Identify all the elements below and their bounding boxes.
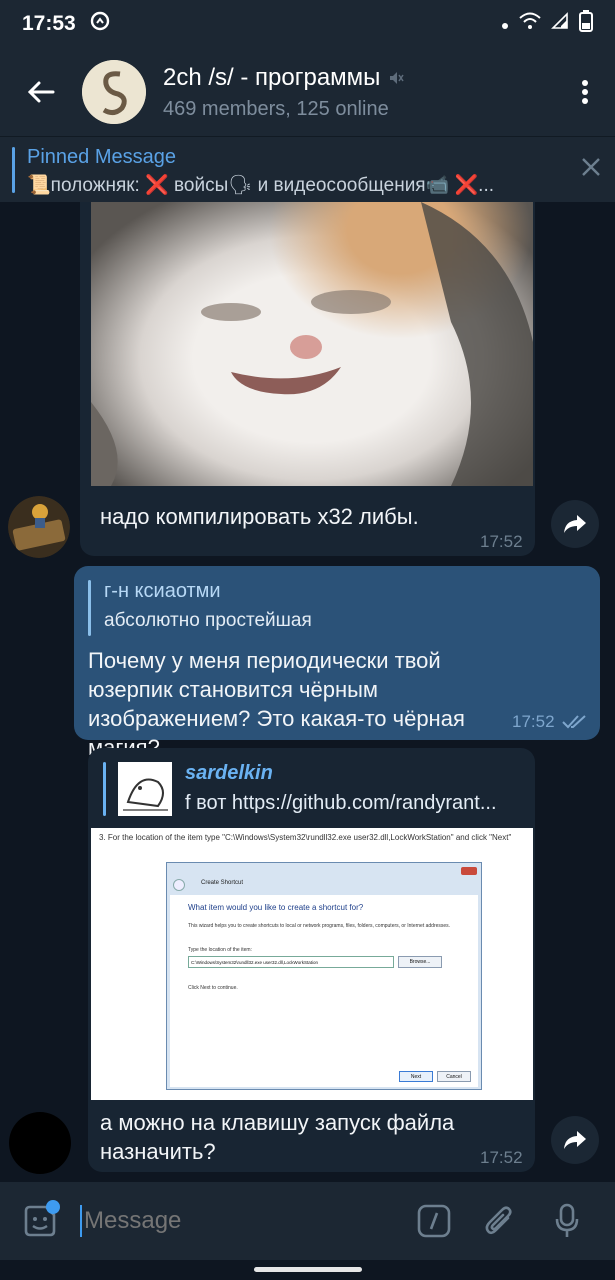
window-close-icon <box>461 867 477 875</box>
message-text: а можно на клавишу запуск файла назначит… <box>100 1110 455 1164</box>
chat-title: 2ch /s/ - программы <box>163 63 381 91</box>
pinned-message[interactable]: Pinned Message 📜положняк: ❌ войсы🗣 и вид… <box>0 136 615 202</box>
message-input[interactable] <box>84 1207 404 1235</box>
more-vertical-icon <box>582 80 588 104</box>
reply-thumbnail <box>118 762 172 816</box>
message-time: 17:52 <box>512 712 555 731</box>
reply-text: абсолютно простейшая <box>104 610 312 631</box>
screenshot-step-text: 3. For the location of the item type "C:… <box>99 833 512 842</box>
message-list[interactable]: надо компилировать x32 либы. 17:52 г-н к… <box>0 202 615 1182</box>
message-text: Почему у меня периодически твой юзерпик … <box>88 648 465 760</box>
back-button[interactable] <box>0 48 82 136</box>
chat-header: 2ch /s/ - программы 469 members, 125 onl… <box>0 48 615 136</box>
message-time: 17:52 <box>480 1148 523 1167</box>
attach-button[interactable] <box>464 1182 534 1260</box>
field-label: Type the location of the item: <box>188 947 252 953</box>
back-arrow-icon <box>27 81 55 103</box>
muted-icon <box>390 71 405 84</box>
slash-command-icon <box>417 1204 451 1238</box>
share-arrow-icon <box>564 1131 586 1149</box>
reply-accent-bar <box>103 762 106 816</box>
cat-photo[interactable] <box>91 202 533 486</box>
dot-icon <box>501 12 509 36</box>
browse-button: Browse... <box>398 956 442 968</box>
dialog-description: This wizard helps you to create shortcut… <box>188 923 451 929</box>
forward-button[interactable] <box>551 500 599 548</box>
chat-avatar[interactable] <box>82 60 146 124</box>
chat-info[interactable]: 2ch /s/ - программы 469 members, 125 onl… <box>163 64 555 121</box>
screenshot-photo[interactable]: 3. For the location of the item type "C:… <box>91 828 533 1100</box>
sender-avatar[interactable] <box>8 496 70 558</box>
pinned-title: Pinned Message <box>27 146 176 168</box>
reply-text: f вот https://github.com/randyrant... <box>185 792 497 814</box>
text-cursor <box>80 1205 82 1237</box>
wifi-icon <box>519 12 541 36</box>
forward-button[interactable] <box>551 1116 599 1164</box>
pinned-text: 📜положняк: ❌ войсы🗣 и видеосообщения📹 ❌.… <box>27 175 495 196</box>
reply-author: г-н ксиаотми <box>104 580 221 602</box>
dialog-back-icon <box>173 879 185 891</box>
status-time: 17:53 <box>22 12 76 35</box>
reply-author: sardelkin <box>185 762 273 784</box>
chat-subtitle: 469 members, 125 online <box>163 97 389 120</box>
message-input-bar <box>0 1182 615 1260</box>
voice-record-button[interactable] <box>534 1182 600 1260</box>
bot-command-button[interactable] <box>404 1182 464 1260</box>
signal-icon <box>551 12 569 36</box>
more-menu-button[interactable] <box>555 48 615 136</box>
status-bar: 17:53 <box>0 0 615 48</box>
battery-icon <box>579 10 593 38</box>
dialog-title: Create Shortcut <box>201 880 244 886</box>
pinned-close-button[interactable] <box>581 157 601 182</box>
chat-title-row: 2ch /s/ - программы <box>163 64 555 92</box>
paperclip-icon <box>485 1206 512 1235</box>
sticker-button[interactable] <box>0 1182 80 1260</box>
message-time: 17:52 <box>480 532 523 551</box>
pinned-accent-bar <box>12 147 15 193</box>
location-field: C:\Windows\System32\rundll32.exe user32.… <box>188 956 394 968</box>
status-icons <box>501 10 593 38</box>
read-double-check-icon <box>562 714 588 735</box>
microphone-icon <box>555 1203 579 1237</box>
message-text: надо компилировать x32 либы. <box>100 504 419 529</box>
notification-dot <box>46 1200 60 1214</box>
sender-avatar[interactable] <box>9 1112 71 1174</box>
reply-accent-bar <box>88 580 91 636</box>
next-button: Next <box>399 1071 433 1082</box>
close-icon <box>582 158 600 176</box>
dialog-heading: What item would you like to create a sho… <box>188 903 364 912</box>
shazam-icon <box>90 11 110 37</box>
dialog-body: What item would you like to create a sho… <box>170 895 478 1087</box>
cancel-button: Cancel <box>437 1071 471 1082</box>
gesture-nav-bar[interactable] <box>254 1267 362 1272</box>
dialog-hint: Click Next to continue. <box>188 985 238 991</box>
dialog-window: Create Shortcut What item would you like… <box>166 862 482 1090</box>
share-arrow-icon <box>564 515 586 533</box>
